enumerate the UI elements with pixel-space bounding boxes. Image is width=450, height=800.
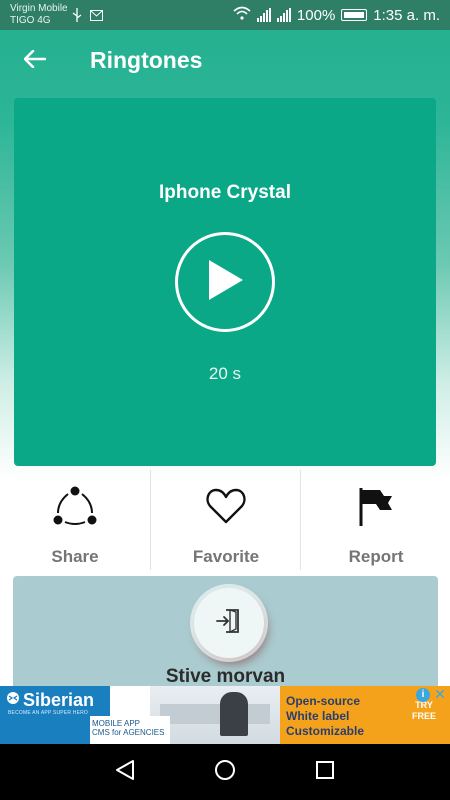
play-icon (205, 258, 245, 307)
report-label: Report (348, 547, 404, 566)
flag-icon (301, 484, 450, 528)
tiger-logo-icon (6, 691, 20, 710)
action-row: Share Favorite Report (0, 470, 450, 570)
login-icon (214, 606, 244, 641)
network-type: TIGO 4G (10, 15, 51, 26)
clock: 1:35 a. m. (373, 6, 440, 24)
ringtone-name: Iphone Crystal (159, 182, 291, 203)
ad-sub-line2: CMS for AGENCIES (92, 728, 165, 737)
triangle-back-icon (115, 759, 135, 786)
ad-banner[interactable]: Siberian BECOME AN APP SUPER HERO MOBILE… (0, 686, 450, 744)
wifi-icon (233, 6, 251, 24)
battery-percent: 100% (296, 6, 336, 24)
battery-icon (341, 9, 368, 21)
ad-tagline: BECOME AN APP SUPER HERO (8, 710, 89, 716)
player-card: Iphone Crystal 20 s (14, 98, 436, 466)
signal-icon (256, 8, 271, 22)
share-button[interactable]: Share (0, 470, 150, 570)
back-button[interactable] (18, 44, 52, 78)
author-name: Stive morvan (165, 666, 286, 687)
carrier-info: Virgin Mobile TIGO 4G (10, 3, 68, 27)
usb-icon (72, 8, 82, 27)
nav-recents-button[interactable] (313, 760, 337, 784)
ad-line2: White label (286, 709, 350, 723)
favorite-button[interactable]: Favorite (150, 470, 300, 570)
navigation-bar (0, 744, 450, 800)
app-bar: Ringtones (0, 30, 450, 92)
circle-home-icon (214, 759, 236, 786)
ad-close-icon[interactable]: ✕ (433, 687, 447, 701)
ad-cta[interactable]: TRY FREE (412, 700, 436, 722)
heart-icon (151, 484, 301, 528)
signal-icon-2 (276, 8, 291, 22)
arrow-left-icon (23, 49, 47, 73)
page-title: Ringtones (90, 47, 203, 73)
share-icon (0, 484, 150, 528)
nav-back-button[interactable] (113, 759, 137, 786)
report-button[interactable]: Report (300, 470, 450, 570)
author-button[interactable] (194, 588, 264, 658)
ad-sub-text: MOBILE APP CMS for AGENCIES (92, 719, 164, 737)
mail-icon (90, 8, 103, 27)
favorite-label: Favorite (192, 547, 260, 566)
ad-line3: Customizable (286, 724, 365, 738)
square-recents-icon (315, 760, 335, 785)
ad-sub-line1: MOBILE APP (92, 719, 141, 728)
share-label: Share (51, 547, 99, 566)
ad-brand-name: Siberian (23, 690, 95, 710)
ad-info-icon[interactable]: i (416, 688, 430, 702)
status-bar: Virgin Mobile TIGO 4G 100% 1:35 a. m. (0, 0, 450, 30)
carrier-name: Virgin Mobile (10, 3, 68, 14)
duration-label: 20 s (208, 364, 242, 383)
play-button[interactable] (175, 232, 275, 332)
ad-cta-line2: FREE (412, 711, 437, 721)
nav-home-button[interactable] (213, 759, 237, 786)
ad-line1: Open-source (286, 694, 361, 708)
